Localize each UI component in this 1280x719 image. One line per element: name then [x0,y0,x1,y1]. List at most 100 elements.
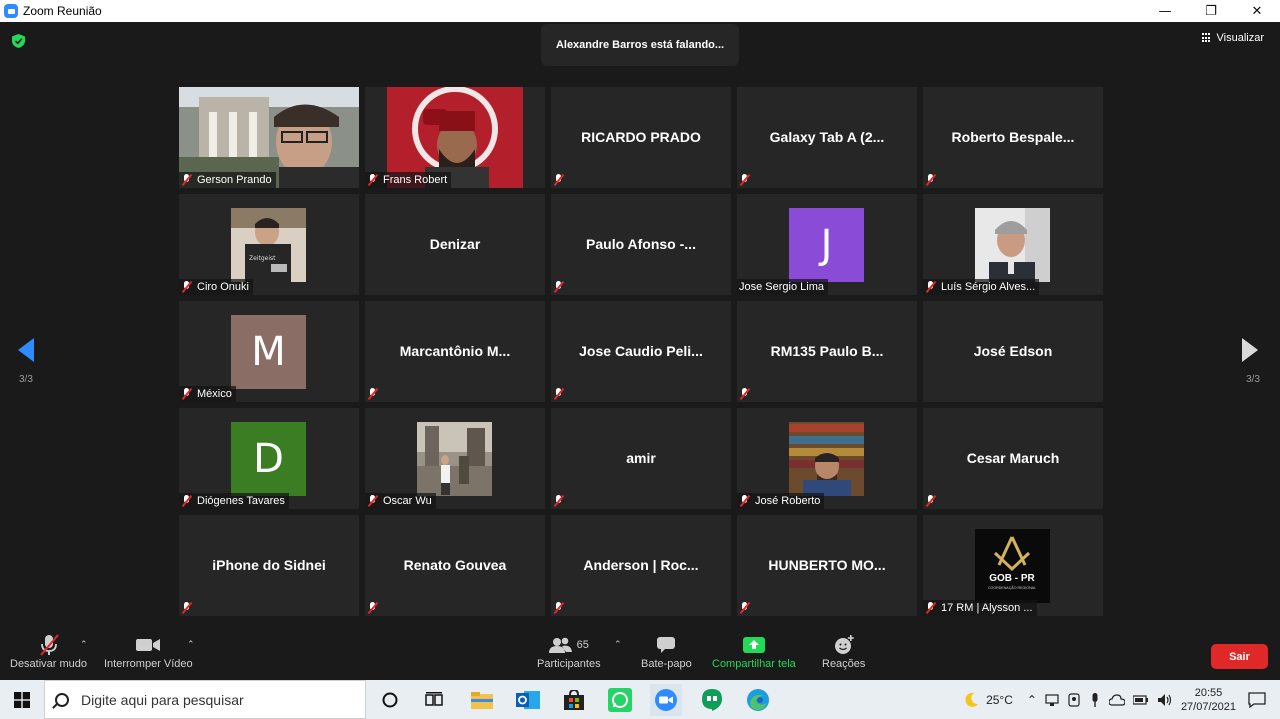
participant-name: José Roberto [755,495,821,507]
participant-name: Ciro Onuki [197,281,249,293]
participant-gallery: Gerson Prando Frans Robert RICARDO PRADO [179,87,1103,616]
participant-tile[interactable]: Zeitgeist Ciro Onuki [179,194,359,295]
participant-tile[interactable]: RM135 Paulo B... [737,301,917,402]
hangouts-icon[interactable] [696,684,728,716]
participant-label: Diógenes Tavares [179,493,289,509]
show-hidden-icons-chevron-icon[interactable]: ⌃ [1027,693,1037,707]
participant-tile[interactable]: Galaxy Tab A (2... [737,87,917,188]
zoom-taskbar-icon[interactable] [650,684,682,716]
muted-mic-icon [181,174,193,186]
view-button[interactable]: Visualizar [1201,32,1264,44]
participant-tile[interactable]: Frans Robert [365,87,545,188]
participant-tile[interactable]: M México [179,301,359,402]
cortana-icon[interactable] [374,684,406,716]
video-options-chevron-icon[interactable]: ⌃ [187,640,195,650]
participant-tile[interactable]: Renato Gouvea [365,515,545,616]
muted-mic-icon [553,388,565,400]
participant-tile[interactable]: J Jose Sergio Lima [737,194,917,295]
participant-tile[interactable]: José Edson [923,301,1103,402]
participant-photo [789,422,864,496]
battery-icon[interactable] [1132,694,1149,706]
muted-mic-icon [739,602,751,614]
microphone-tray-icon[interactable] [1089,692,1101,707]
share-screen-button[interactable]: Compartilhar tela [712,632,796,670]
participant-name: Paulo Afonso -... [586,236,696,252]
logo-subtext: COORDENAÇÃO REGIONAL [988,585,1036,590]
volume-icon[interactable] [1157,693,1173,707]
page-indicator-left: 3/3 [19,374,33,385]
participant-tile[interactable]: Jose Caudio Peli... [551,301,731,402]
windows-taskbar: Digite aqui para pesquisar 25°C ⌃ 20:55 [0,680,1280,719]
participant-tile[interactable]: José Roberto [737,408,917,509]
participant-tile[interactable]: Cesar Maruch [923,408,1103,509]
participant-tile[interactable]: RICARDO PRADO [551,87,731,188]
participant-label: México [179,386,236,402]
meet-now-icon[interactable] [1067,692,1081,707]
participant-tile[interactable]: amir [551,408,731,509]
muted-mic-icon [553,602,565,614]
participant-name: iPhone do Sidnei [212,557,326,573]
participant-name: Jose Caudio Peli... [579,343,703,359]
stop-video-button[interactable]: Interromper Vídeo [104,632,193,670]
windows-logo-icon [14,691,30,708]
leave-meeting-button[interactable]: Sair [1211,644,1268,669]
chat-button[interactable]: Bate-papo [641,632,692,670]
outlook-icon[interactable] [512,684,544,716]
onedrive-cloud-icon[interactable] [1108,693,1125,706]
participant-name: Luís Sérgio Alves... [941,281,1036,293]
microsoft-store-icon[interactable] [558,684,590,716]
participant-tile[interactable]: Roberto Bespale... [923,87,1103,188]
whatsapp-icon[interactable] [604,684,636,716]
participant-name: Marcantônio M... [399,343,511,359]
file-explorer-icon[interactable] [466,684,498,716]
previous-page-arrow-icon[interactable] [18,338,34,362]
notifications-icon[interactable] [1248,691,1266,708]
participant-tile[interactable]: Gerson Prando [179,87,359,188]
participant-tile[interactable]: Anderson | Roc... [551,515,731,616]
muted-mic-icon [367,495,379,507]
muted-mic-icon [553,281,565,293]
next-page-arrow-icon[interactable] [1242,338,1258,362]
participant-label: Frans Robert [365,172,452,188]
participant-label: Luís Sérgio Alves... [923,279,1040,295]
participant-photo [975,208,1050,282]
participant-tile[interactable]: iPhone do Sidnei [179,515,359,616]
participant-tile[interactable]: Marcantônio M... [365,301,545,402]
muted-mic-icon [367,602,379,614]
taskbar-clock[interactable]: 20:55 27/07/2021 [1181,686,1236,714]
audio-options-chevron-icon[interactable]: ⌃ [80,640,88,650]
windows-start-button[interactable] [0,680,44,719]
participant-name: Oscar Wu [383,495,432,507]
edge-browser-icon[interactable] [742,684,774,716]
taskbar-search-input[interactable]: Digite aqui para pesquisar [44,680,366,719]
participant-name: Anderson | Roc... [583,557,699,573]
participant-name: Roberto Bespale... [951,129,1075,145]
task-view-icon[interactable] [418,684,450,716]
restore-button[interactable]: ❐ [1188,0,1234,22]
participant-tile[interactable]: GOB - PR COORDENAÇÃO REGIONAL 17 RM | Al… [923,515,1103,616]
chat-bubble-icon [657,637,676,653]
weather-temperature[interactable]: 25°C [986,693,1013,707]
logo-text: GOB - PR [989,573,1035,584]
participant-tile[interactable]: HUNBERTO MO... [737,515,917,616]
reactions-button[interactable]: Reações [822,632,865,670]
participant-tile[interactable]: Oscar Wu [365,408,545,509]
participant-tile[interactable]: Denizar [365,194,545,295]
unmute-button[interactable]: Desativar mudo [10,632,87,670]
participant-tile[interactable]: Paulo Afonso -... [551,194,731,295]
participant-photo: Zeitgeist [231,208,306,282]
minimize-button[interactable]: — [1142,0,1188,22]
unmute-label: Desativar mudo [10,658,88,670]
window-titlebar: Zoom Reunião — ❐ ✕ [0,0,1280,22]
participant-tile[interactable]: Luís Sérgio Alves... [923,194,1103,295]
participants-button[interactable]: 65 Participantes [537,632,601,670]
close-button[interactable]: ✕ [1234,0,1280,22]
participant-tile[interactable]: D Diógenes Tavares [179,408,359,509]
window-controls: — ❐ ✕ [1142,0,1280,22]
network-icon[interactable] [1045,693,1059,707]
participant-name: Galaxy Tab A (2... [769,129,885,145]
encryption-shield-icon[interactable] [12,34,25,48]
participant-avatar: M [231,315,306,389]
participants-options-chevron-icon[interactable]: ⌃ [614,640,622,650]
participant-name: Renato Gouvea [403,557,507,573]
